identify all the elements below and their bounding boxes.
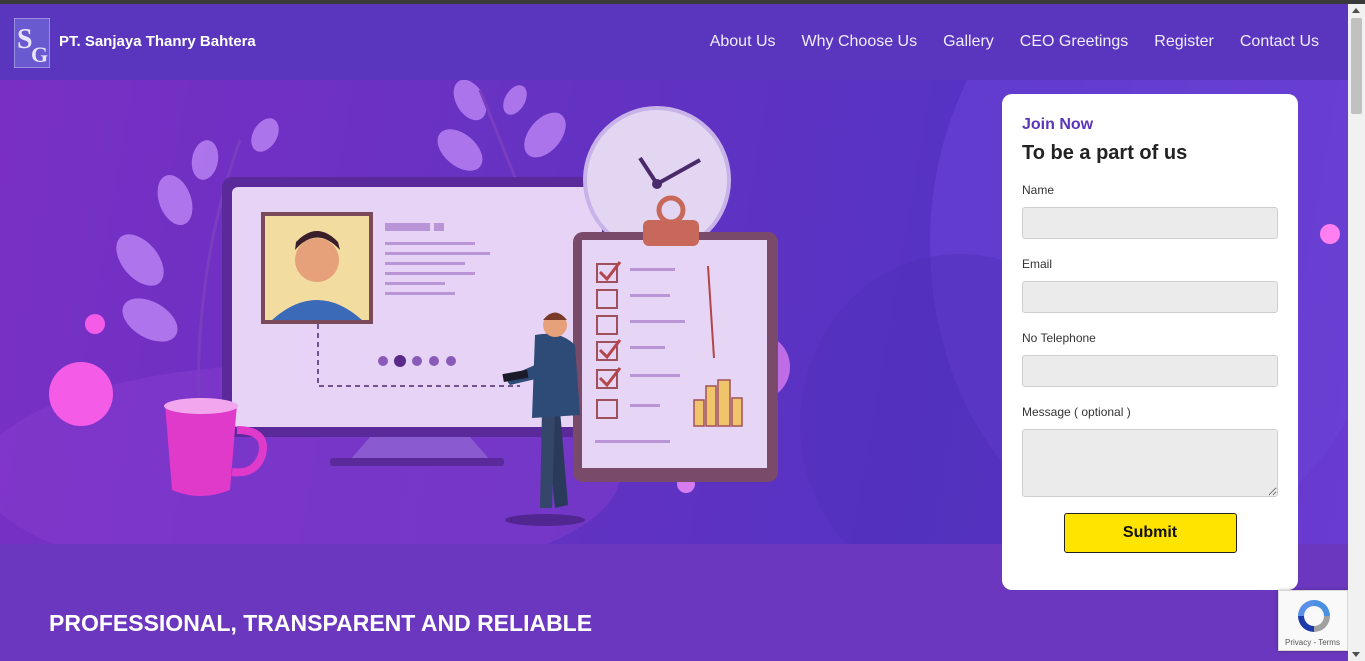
brand-name[interactable]: PT. Sanjaya Thanry Bahtera xyxy=(59,33,256,50)
message-label: Message ( optional ) xyxy=(1022,405,1131,419)
tagline-heading: PROFESSIONAL, TRANSPARENT AND RELIABLE xyxy=(49,610,593,636)
scrollbar-thumb[interactable] xyxy=(1351,18,1362,114)
recaptcha-badge[interactable]: Privacy - Terms xyxy=(1278,590,1348,651)
email-label: Email xyxy=(1022,257,1053,271)
form-title: To be a part of us xyxy=(1022,142,1188,164)
page: S G PT. Sanjaya Thanry Bahtera About Us … xyxy=(0,4,1348,661)
email-input[interactable] xyxy=(1022,281,1278,313)
main-nav: About Us Why Choose Us Gallery CEO Greet… xyxy=(710,33,1319,51)
hero-illustration xyxy=(49,80,790,526)
scroll-down-icon[interactable] xyxy=(1352,652,1360,657)
nav-gallery[interactable]: Gallery xyxy=(943,33,994,51)
name-label: Name xyxy=(1022,183,1055,197)
phone-label: No Telephone xyxy=(1022,331,1096,345)
submit-button[interactable]: Submit xyxy=(1063,513,1237,553)
recaptcha-icon xyxy=(1298,600,1330,632)
recaptcha-links[interactable]: Privacy - Terms xyxy=(1285,638,1340,647)
message-textarea[interactable] xyxy=(1022,429,1278,497)
nav-ceo-greetings[interactable]: CEO Greetings xyxy=(1020,33,1128,51)
nav-about-us[interactable]: About Us xyxy=(710,33,776,51)
nav-why-choose-us[interactable]: Why Choose Us xyxy=(802,33,918,51)
join-form-card: Join Now To be a part of us Name Email N… xyxy=(1002,94,1298,590)
page-scrollbar[interactable] xyxy=(1348,4,1365,661)
join-kicker: Join Now xyxy=(1022,116,1094,133)
name-input[interactable] xyxy=(1022,207,1278,239)
scroll-up-icon[interactable] xyxy=(1352,8,1360,13)
nav-contact-us[interactable]: Contact Us xyxy=(1240,33,1319,51)
svg-text:G: G xyxy=(31,42,48,67)
navbar: S G PT. Sanjaya Thanry Bahtera About Us … xyxy=(0,4,1348,80)
company-logo-icon[interactable]: S G xyxy=(14,18,50,68)
phone-input[interactable] xyxy=(1022,355,1278,387)
nav-register[interactable]: Register xyxy=(1154,33,1214,51)
